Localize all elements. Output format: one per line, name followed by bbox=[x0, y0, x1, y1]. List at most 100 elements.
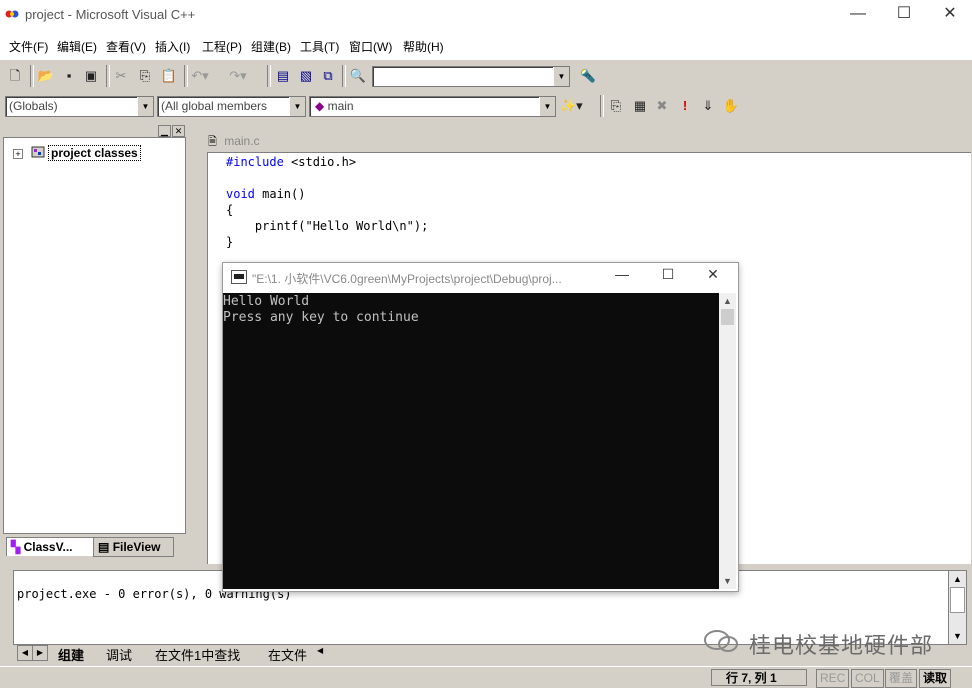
toolbar-separator bbox=[600, 95, 604, 117]
menu-view[interactable]: 查看(V) bbox=[106, 38, 146, 55]
console-line-1: Hello World bbox=[223, 294, 310, 309]
toolbar-separator bbox=[267, 65, 271, 87]
tab-find-in-files-2[interactable]: 在文件 bbox=[268, 645, 307, 664]
class-combo[interactable]: (Globals) ▼ bbox=[5, 96, 154, 117]
toolbar-separator bbox=[30, 65, 34, 87]
cursor-position: 行 7, 列 1 bbox=[711, 669, 807, 686]
scroll-thumb[interactable] bbox=[950, 587, 965, 613]
new-file-icon[interactable]: 🗋 bbox=[5, 66, 25, 86]
editor-tab-label: main.c bbox=[224, 134, 260, 148]
menu-insert[interactable]: 插入(I) bbox=[155, 38, 190, 55]
workspace-close-icon[interactable]: ✕ bbox=[172, 125, 185, 137]
compile-icon[interactable]: ⎘ bbox=[606, 96, 626, 116]
function-name: main bbox=[327, 99, 354, 113]
menu-help[interactable]: 帮助(H) bbox=[403, 38, 444, 55]
console-close-button[interactable]: ✕ bbox=[701, 266, 725, 286]
members-combo-value: (All global members bbox=[161, 99, 268, 113]
chevron-down-icon[interactable]: ▼ bbox=[553, 67, 569, 86]
breakpoint-hand-icon[interactable]: ✋ bbox=[721, 96, 741, 116]
maximize-button[interactable]: ☐ bbox=[881, 0, 927, 30]
window-list-icon[interactable]: ⧉ bbox=[318, 66, 338, 86]
code-line-4: { bbox=[226, 203, 234, 217]
undo-icon[interactable]: ↶▾ bbox=[190, 66, 210, 86]
status-rec: REC bbox=[816, 669, 850, 688]
menu-file[interactable]: 文件(F) bbox=[9, 38, 48, 55]
find-combo[interactable]: ▼ bbox=[372, 66, 570, 87]
chevron-down-icon[interactable]: ▼ bbox=[539, 97, 555, 116]
tree-expand-icon[interactable]: + bbox=[13, 149, 23, 159]
menu-window[interactable]: 窗口(W) bbox=[349, 38, 392, 55]
toolbar-separator bbox=[342, 65, 346, 87]
save-all-icon[interactable]: ▣ bbox=[81, 66, 101, 86]
console-minimize-button[interactable]: — bbox=[610, 266, 634, 286]
tab-overflow-left-icon[interactable]: ◀ bbox=[317, 646, 323, 655]
console-app-icon bbox=[231, 270, 247, 284]
wizard-wand-icon[interactable]: ✨▾ bbox=[560, 96, 583, 116]
menu-project[interactable]: 工程(P) bbox=[202, 38, 242, 55]
console-scrollbar[interactable]: ▲ ▼ bbox=[719, 293, 736, 589]
tree-root-label[interactable]: project classes bbox=[48, 145, 141, 161]
menu-build[interactable]: 组建(B) bbox=[251, 38, 291, 55]
output-window-icon[interactable]: ▧ bbox=[296, 66, 316, 86]
open-folder-icon[interactable]: 📂 bbox=[36, 66, 56, 86]
code-line-5: printf("Hello World\n"); bbox=[226, 219, 429, 233]
output-scrollbar[interactable]: ▲ ▼ bbox=[948, 570, 967, 645]
editor-tab[interactable]: 🗎 main.c bbox=[208, 133, 408, 149]
tab-fileview[interactable]: ▤ FileView bbox=[93, 537, 174, 557]
toolbar-separator bbox=[106, 65, 110, 87]
workspace-minimize-icon[interactable]: ▁ bbox=[158, 125, 171, 137]
tab-debug[interactable]: 调试 bbox=[106, 645, 132, 664]
code-line-1: #include <stdio.h> bbox=[226, 155, 357, 169]
tab-classview-label: ClassV... bbox=[23, 540, 73, 554]
watermark-text: 桂电校基地硬件部 bbox=[749, 633, 934, 658]
console-output[interactable] bbox=[223, 293, 719, 589]
scroll-up-icon[interactable]: ▲ bbox=[949, 571, 966, 587]
console-title: "E:\1. 小软件\VC6.0green\MyProjects\project… bbox=[252, 272, 562, 286]
execute-icon[interactable]: ! bbox=[675, 96, 695, 116]
chevron-down-icon[interactable]: ▼ bbox=[289, 97, 305, 116]
minimize-button[interactable]: — bbox=[835, 0, 881, 30]
toolbar-separator bbox=[184, 65, 188, 87]
close-button[interactable]: ✕ bbox=[927, 0, 972, 30]
save-icon[interactable]: ▪ bbox=[59, 66, 79, 86]
build-icon[interactable]: ▦ bbox=[630, 96, 650, 116]
console-line-2: Press any key to continue bbox=[223, 310, 419, 325]
document-icon: 🗎 bbox=[208, 136, 217, 148]
class-combo-value: (Globals) bbox=[9, 99, 58, 113]
function-combo[interactable]: ◆ main ▼ bbox=[309, 96, 556, 117]
tab-classview[interactable]: ▚ ClassV... bbox=[6, 537, 94, 556]
menu-tools[interactable]: 工具(T) bbox=[300, 38, 339, 55]
go-icon[interactable]: ⇓ bbox=[698, 96, 718, 116]
window-title: project - Microsoft Visual C++ bbox=[25, 7, 196, 22]
tab-scroll-right-icon[interactable]: ▶ bbox=[32, 645, 48, 661]
code-line-3: void main() bbox=[226, 187, 306, 201]
members-combo[interactable]: (All global members ▼ bbox=[157, 96, 306, 117]
chevron-down-icon[interactable]: ▼ bbox=[137, 97, 153, 116]
copy-icon[interactable]: ⎘ bbox=[135, 66, 155, 86]
tab-scroll-left-icon[interactable]: ◀ bbox=[17, 645, 33, 661]
app-logo-icon bbox=[5, 8, 19, 20]
cut-icon[interactable]: ✂ bbox=[111, 66, 131, 86]
code-line-6: } bbox=[226, 235, 234, 249]
find-in-files-icon[interactable]: 🔍 bbox=[348, 66, 368, 86]
redo-icon[interactable]: ↷▾ bbox=[228, 66, 248, 86]
classview-icon: ▚ bbox=[11, 540, 21, 554]
menu-edit[interactable]: 编辑(E) bbox=[57, 38, 97, 55]
scroll-down-icon[interactable]: ▼ bbox=[719, 573, 736, 589]
status-ovr: 覆盖 bbox=[885, 669, 918, 688]
wechat-icon bbox=[703, 628, 739, 654]
tab-find-in-files-1[interactable]: 在文件1中查找 bbox=[155, 645, 240, 664]
workspace-header bbox=[3, 124, 184, 128]
find-icon[interactable]: 🔦 bbox=[578, 66, 598, 86]
workspace-window-icon[interactable]: ▤ bbox=[273, 66, 293, 86]
tab-build[interactable]: 组建 bbox=[58, 645, 84, 664]
status-col: COL bbox=[851, 669, 884, 688]
fileview-icon: ▤ bbox=[98, 540, 110, 554]
scroll-down-icon[interactable]: ▼ bbox=[949, 628, 966, 644]
scroll-up-icon[interactable]: ▲ bbox=[719, 293, 736, 309]
console-maximize-button[interactable]: ☐ bbox=[656, 266, 680, 286]
scroll-thumb[interactable] bbox=[721, 309, 734, 325]
paste-icon[interactable]: 📋 bbox=[159, 66, 179, 86]
workspace-tree[interactable] bbox=[3, 137, 186, 534]
stop-build-icon[interactable]: ✖ bbox=[652, 96, 672, 116]
